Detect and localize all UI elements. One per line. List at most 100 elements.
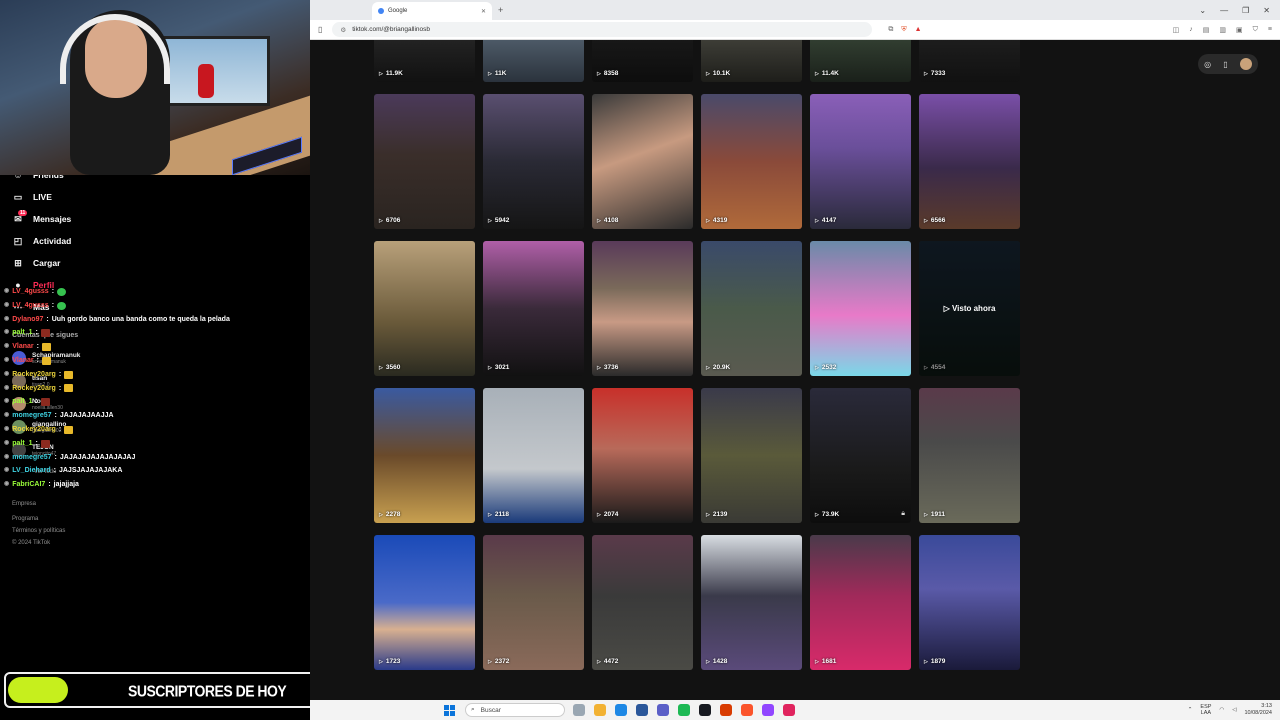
chat-message: ◉ Rockey20arg:	[4, 368, 304, 382]
video-tile[interactable]: ▷ 4472	[592, 535, 693, 670]
close-window-icon[interactable]: ✕	[1263, 6, 1270, 15]
wifi-icon[interactable]: ◠	[1219, 707, 1224, 713]
app-icon[interactable]	[720, 704, 732, 716]
sidebar-item-friends[interactable]: ☺ Friends	[12, 175, 63, 186]
video-tile[interactable]: ▷ 2139	[701, 388, 802, 523]
chat-username[interactable]: LV_4gusss	[12, 285, 48, 299]
tray-chevron-icon[interactable]: ⌃	[1188, 707, 1193, 713]
new-tab-icon[interactable]: +	[498, 5, 503, 15]
video-tile[interactable]: ▷ 1428	[701, 535, 802, 670]
chat-username[interactable]: palt_1	[12, 437, 32, 451]
teams-icon[interactable]	[657, 704, 669, 716]
bookmark-icon[interactable]: ▯	[318, 25, 322, 34]
music-icon[interactable]: ♪	[1189, 26, 1193, 34]
chat-username[interactable]: Rockey20arg	[12, 423, 56, 437]
chat-username[interactable]: Vlanar	[12, 354, 33, 368]
video-tile[interactable]: ▷ 11.4K	[810, 40, 911, 82]
language-indicator[interactable]: ESP LAA	[1200, 704, 1211, 717]
chat-username[interactable]: Rockey20arg	[12, 382, 56, 396]
video-tile[interactable]: ▷ 4108	[592, 94, 693, 229]
video-tile[interactable]: ▷ 20.9K	[701, 241, 802, 376]
video-tile[interactable]: ▷ 2074	[592, 388, 693, 523]
alert-icon[interactable]: ▲	[915, 26, 922, 34]
chat-message: ◉ palt_1:	[4, 395, 304, 409]
chat-username[interactable]: LV_Diehard	[12, 464, 50, 478]
chat-username[interactable]: FabriCAI7	[12, 478, 45, 492]
brave-shields-icon[interactable]: ⛨	[901, 26, 906, 34]
sidebar-item-mensajes[interactable]: ✉ 11 Mensajes	[12, 208, 71, 230]
folder-icon[interactable]	[594, 704, 606, 716]
video-tile[interactable]: ▷ 7333	[919, 40, 1020, 82]
video-tile[interactable]: ▷ 5942	[483, 94, 584, 229]
footer-link[interactable]: Empresa	[12, 501, 36, 507]
phone-icon[interactable]: ▯	[1223, 60, 1227, 69]
video-tile[interactable]: ▷ 2118	[483, 388, 584, 523]
video-tile[interactable]: ▷ 8358	[592, 40, 693, 82]
chat-username[interactable]: Rockey20arg	[12, 368, 56, 382]
video-tile[interactable]: ▷ 6706	[374, 94, 475, 229]
chat-username[interactable]: Dylano97	[12, 313, 43, 327]
video-tile[interactable]: ▷ 1681	[810, 535, 911, 670]
volume-icon[interactable]: ◁	[1232, 707, 1236, 713]
video-tile[interactable]: ▷ 2372	[483, 535, 584, 670]
footer-link[interactable]: Términos y políticas	[12, 528, 65, 534]
twitch-icon[interactable]	[762, 704, 774, 716]
chat-username[interactable]: Vlanar	[12, 340, 33, 354]
edge-icon[interactable]	[615, 704, 627, 716]
video-tile[interactable]: ▷ 2278	[374, 388, 475, 523]
sidebar-toggle-icon[interactable]: ▥	[1219, 26, 1226, 34]
spotify-icon[interactable]	[678, 704, 690, 716]
footer-link[interactable]: Programa	[12, 516, 38, 522]
sidebar-item-cargar[interactable]: ⊞ Cargar	[12, 252, 60, 274]
chat-username[interactable]: momegre57	[12, 451, 51, 465]
play-icon: ▷	[706, 217, 710, 224]
vpn-icon[interactable]: ⛉	[1253, 26, 1258, 34]
translate-icon[interactable]: ⧉	[888, 26, 893, 34]
close-tab-icon[interactable]: ✕	[481, 8, 486, 15]
windows-start-icon[interactable]	[444, 704, 455, 716]
video-tile[interactable]: ▷ 73.9K 🔒︎	[810, 388, 911, 523]
clock[interactable]: 3:13 10/08/2024	[1244, 703, 1272, 717]
url-field[interactable]: ⚙ tiktok.com/@briangallinosb	[332, 22, 873, 37]
site-info-icon[interactable]: ⚙	[340, 26, 346, 34]
chat-username[interactable]: palt_1	[12, 326, 32, 340]
video-tile[interactable]: ▷ 11.9K	[374, 40, 475, 82]
chat-username[interactable]: momegre57	[12, 409, 51, 423]
tab-search-icon[interactable]: ⌄	[1199, 6, 1206, 15]
badge-icon: ◉	[4, 467, 10, 474]
brave-taskbar-icon[interactable]	[741, 704, 753, 716]
maximize-icon[interactable]: ❐	[1242, 6, 1249, 15]
chat-username[interactable]: LV_4gusss	[12, 299, 48, 313]
video-tile[interactable]: ▷ 10.1K	[701, 40, 802, 82]
browser-tab[interactable]: Google ✕	[372, 2, 492, 20]
video-tile[interactable]: ▷ 6566	[919, 94, 1020, 229]
store-icon[interactable]	[636, 704, 648, 716]
minimize-icon[interactable]: —	[1220, 6, 1228, 15]
video-tile[interactable]: ▷ 1911	[919, 388, 1020, 523]
video-tile[interactable]: ▷ 3560	[374, 241, 475, 376]
extension-icon[interactable]: ◫	[1173, 26, 1180, 34]
taskbar-search[interactable]: ⌕ Buscar	[465, 703, 565, 717]
video-tile[interactable]: ▷ 11K	[483, 40, 584, 82]
compass-icon[interactable]: ◎	[1204, 60, 1211, 69]
video-tile[interactable]: ▷ 3736	[592, 241, 693, 376]
user-avatar[interactable]	[1239, 58, 1252, 70]
video-tile[interactable]: ▷ 4554 ▷ Visto ahora	[919, 241, 1020, 376]
video-tile[interactable]: ▷ 4319	[701, 94, 802, 229]
video-tile[interactable]: ▷ 2532	[810, 241, 911, 376]
menu-icon[interactable]: ≡	[1268, 26, 1272, 34]
chat-username[interactable]: palt_1	[12, 395, 32, 409]
badge-icon: ◉	[4, 301, 10, 308]
video-tile[interactable]: ▷ 1723	[374, 535, 475, 670]
file-explorer-icon[interactable]	[573, 704, 585, 716]
video-tile[interactable]: ▷ 3021	[483, 241, 584, 376]
sidebar-item-actividad[interactable]: ◰ Actividad	[12, 230, 72, 252]
footer-link[interactable]: © 2024 TikTok	[12, 540, 50, 546]
sidebar-item-live[interactable]: ▭ LIVE	[12, 186, 52, 208]
steam-icon[interactable]	[699, 704, 711, 716]
video-tile[interactable]: ▷ 1879	[919, 535, 1020, 670]
wallet-icon[interactable]: ▣	[1236, 26, 1243, 34]
video-tile[interactable]: ▷ 4147	[810, 94, 911, 229]
downloads-icon[interactable]: ▤	[1203, 26, 1210, 34]
obs-icon[interactable]	[783, 704, 795, 716]
